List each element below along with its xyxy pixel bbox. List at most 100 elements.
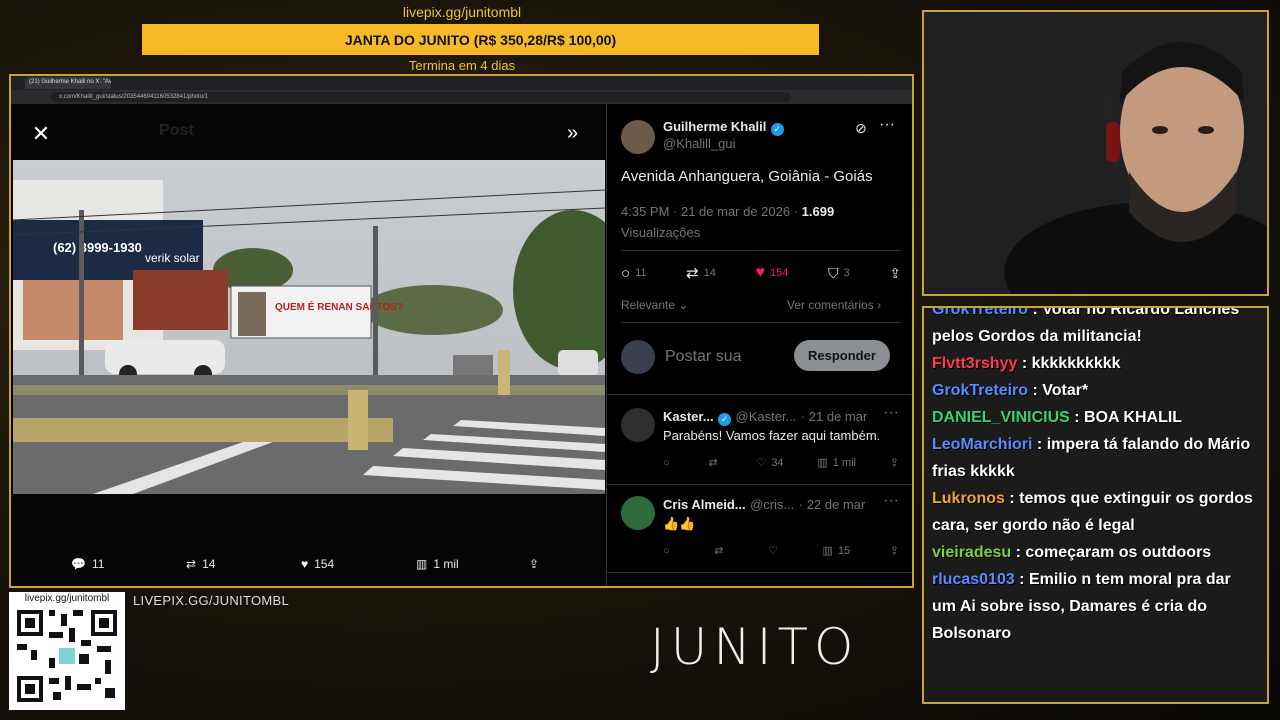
browser-tab[interactable]: (21) Guilherme Khalil no X: "Ave... [25, 77, 111, 89]
share-icon: ⇪ [889, 264, 901, 281]
repost-icon: ⇄ [686, 265, 699, 282]
reply-actions: ○ ⇄ ♡ ▥ 15 ⇪ [663, 544, 899, 558]
chat-username[interactable]: GrokTreteiro [932, 382, 1028, 399]
reply-date[interactable]: · 22 de mar [799, 497, 865, 512]
heart-icon: ♥ [301, 557, 309, 571]
donation-url: livepix.gg/junitombl [402, 4, 522, 20]
like-action[interactable]: ♡ 34 [756, 456, 784, 470]
viewer-reply-action[interactable]: 💬 11 [71, 557, 104, 571]
tweet-views-label: Visualizações [621, 225, 701, 240]
divider [621, 322, 901, 323]
bookmark-icon: ⛉ [828, 264, 839, 281]
reply-author-name[interactable]: Kaster... [663, 409, 714, 424]
ghost-post-title: Post [159, 122, 194, 139]
repost-action[interactable]: ⇄ [708, 456, 722, 469]
tweet-actions: ○ 11 ⇄ 14 ♥ 154 ⛉ 3 ⇪ [621, 264, 901, 282]
viewer-like-action[interactable]: ♥ 154 [301, 557, 334, 571]
repost-icon: ⇄ [714, 545, 724, 557]
reply-icon: ○ [663, 544, 670, 557]
repost-action[interactable]: ⇄ 14 [686, 264, 716, 282]
reply-avatar[interactable] [621, 496, 655, 530]
streamer-webcam-image [924, 12, 1267, 294]
reply-date[interactable]: · 21 de mar [801, 409, 867, 424]
viewer-repost-action[interactable]: ⇄ 14 [186, 557, 215, 571]
chat-message: Flvtt3rshyy : kkkkkkkkkk [932, 355, 1121, 372]
reply-input[interactable]: Postar sua [665, 348, 741, 366]
views-action[interactable]: ▥ 15 [822, 544, 851, 558]
reply-icon: 💬 [71, 557, 86, 571]
chat-message: rlucas0103 : Emilio n tem moral pra dar … [932, 571, 1231, 642]
browser-tabbar: (21) Guilherme Khalil no X: "Ave... [11, 76, 912, 90]
chat-message: GrokTreteiro : Votar* [932, 382, 1089, 399]
chat-username[interactable]: Lukronos [932, 490, 1005, 507]
chat-message: vieiradesu : começaram os outdoors [932, 544, 1212, 561]
reply-icon: ○ [663, 456, 670, 469]
photo-billboard-text: QUEM É RENAN SANTOS? [275, 300, 403, 313]
repost-action[interactable]: ⇄ [714, 544, 728, 557]
address-bar[interactable]: x.com/Khalill_gui/status/203544604116053… [51, 92, 791, 102]
reply-avatar[interactable] [621, 408, 655, 442]
expand-panel-icon[interactable]: » [567, 122, 578, 145]
more-options-icon[interactable]: ··· [883, 492, 899, 510]
reply-action[interactable]: ○ 11 [621, 265, 646, 282]
tweet-meta: 4:35 PM · 21 de mar de 2026 · 1.699 Visu… [621, 204, 834, 240]
chat-message: LeoMarchiori : impera tá falando do Mári… [932, 436, 1251, 480]
reply-item[interactable]: Cris Almeid... @cris... · 22 de mar ··· … [607, 484, 912, 570]
viewer-share-action[interactable]: ⇪ [529, 557, 539, 571]
author-avatar[interactable] [621, 120, 655, 154]
repost-icon: ⇄ [708, 457, 718, 469]
share-icon: ⇪ [889, 545, 899, 557]
chevron-down-icon: ⌄ [678, 298, 689, 312]
share-action[interactable]: ⇪ [890, 544, 899, 557]
see-replies-link[interactable]: Ver comentários › [787, 298, 881, 312]
chat-message: DANIEL_VINICIUS : BOA KHALIL [932, 409, 1183, 426]
chat-username[interactable]: LeoMarchiori [932, 436, 1032, 453]
chat-username[interactable]: rlucas0103 [932, 571, 1015, 588]
like-action[interactable]: ♥ 154 [756, 264, 789, 282]
reply-author-handle[interactable]: @cris... [750, 497, 794, 512]
reply-views-count: 15 [837, 544, 851, 557]
tweet-views-count: 1.699 [801, 204, 835, 219]
reply-action[interactable]: ○ [663, 457, 675, 469]
chat-username[interactable]: vieiradesu [932, 544, 1011, 561]
share-action[interactable]: ⇪ [889, 265, 901, 282]
channel-brand-logo: JUNITO [650, 618, 860, 676]
verified-badge-icon: ✓ [770, 123, 784, 136]
browser-window: (21) Guilherme Khalil no X: "Ave... x.co… [9, 74, 914, 588]
share-icon: ⇪ [889, 457, 899, 469]
reply-like-count: 34 [771, 456, 784, 469]
repost-icon: ⇄ [186, 557, 197, 571]
reply-author-name[interactable]: Cris Almeid... [663, 497, 746, 512]
chevron-right-icon: › [877, 298, 882, 312]
viewer-views-action[interactable]: ▥ 1 mil [416, 557, 459, 571]
chat-text: começaram os outdoors [1025, 544, 1212, 561]
views-action[interactable]: ▥ 1 mil [817, 456, 856, 470]
tweet-timestamp[interactable]: 4:35 PM · 21 de mar de 2026 · [621, 204, 802, 219]
share-icon: ⇪ [529, 557, 540, 571]
sort-label: Relevante [621, 298, 676, 312]
divider [621, 250, 901, 251]
my-avatar[interactable] [621, 340, 655, 374]
reply-author-handle[interactable]: @Kaster... [736, 409, 797, 424]
more-options-icon[interactable]: ··· [883, 404, 899, 422]
author-name[interactable]: Guilherme Khalil [663, 119, 766, 134]
like-action[interactable]: ♡ [768, 544, 783, 557]
author-handle[interactable]: @Khalill_gui [663, 136, 784, 151]
share-action[interactable]: ⇪ [890, 456, 899, 469]
reply-button[interactable]: Responder [794, 340, 890, 371]
bookmark-action[interactable]: ⛉ 3 [828, 265, 850, 282]
grok-icon[interactable]: ⊘ [855, 120, 867, 137]
photo-sign-phone: (62) 3999-1930 [53, 240, 142, 255]
chat-username[interactable]: GrokTreteiro [932, 308, 1028, 318]
close-icon[interactable]: ✕ [29, 122, 53, 146]
chat-username[interactable]: Flvtt3rshyy [932, 355, 1017, 372]
views-chart-icon: ▥ [416, 557, 428, 571]
sort-dropdown[interactable]: Relevante ⌄ [621, 298, 688, 312]
more-options-icon[interactable]: ··· [879, 116, 895, 134]
views-chart-icon: ▥ [822, 545, 833, 557]
chat-username[interactable]: DANIEL_VINICIUS [932, 409, 1070, 426]
chat-text: Votar* [1042, 382, 1089, 399]
qr-code-icon [9, 592, 125, 710]
reply-action[interactable]: ○ [663, 545, 675, 557]
reply-item[interactable]: Kaster... ✓ @Kaster... · 21 de mar ··· P… [607, 396, 912, 482]
